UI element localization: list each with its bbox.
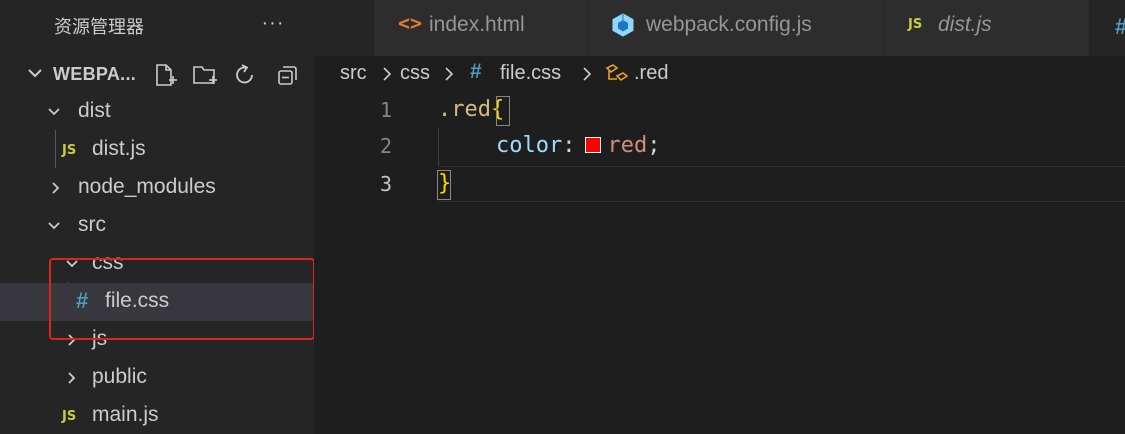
code-line-1[interactable]: .red{ bbox=[438, 97, 504, 122]
breadcrumb-src[interactable]: src bbox=[340, 62, 367, 85]
tree-label: node_modules bbox=[78, 175, 216, 198]
tree-label: dist bbox=[78, 99, 111, 122]
vscode-window: 资源管理器 ··· WEBPA... dist JS dist.js node_… bbox=[0, 0, 1125, 434]
js-icon: JS bbox=[908, 17, 923, 32]
tree-label: dist.js bbox=[92, 137, 146, 160]
tab-label: webpack.config.js bbox=[646, 13, 812, 36]
chevron-right-icon bbox=[68, 372, 76, 384]
tree-folder-node-modules[interactable]: node_modules bbox=[0, 169, 314, 207]
indent-guide bbox=[438, 128, 439, 166]
chevron-right-icon bbox=[583, 67, 592, 81]
tab-overflow-css-icon[interactable]: # bbox=[1115, 14, 1125, 40]
breadcrumb: src css # file.css .red bbox=[314, 56, 1125, 92]
semicolon: ; bbox=[647, 133, 661, 158]
tree-file-main-js[interactable]: JS main.js bbox=[0, 397, 314, 434]
tab-bar: <> index.html webpack.config.js JS dist.… bbox=[314, 0, 1125, 56]
tree-folder-src[interactable]: src bbox=[0, 207, 314, 245]
explorer-sidebar: 资源管理器 ··· WEBPA... dist JS dist.js node_… bbox=[0, 0, 314, 434]
breadcrumb-file-css[interactable]: file.css bbox=[500, 62, 561, 85]
chevron-down-icon bbox=[48, 222, 60, 230]
brace-match-box bbox=[437, 170, 451, 200]
html-icon: <> bbox=[398, 11, 423, 35]
symbol-class-icon bbox=[605, 64, 629, 82]
js-file-icon: JS bbox=[62, 409, 77, 424]
collapse-all-icon[interactable] bbox=[275, 62, 301, 88]
chevron-right-icon bbox=[52, 182, 60, 194]
tree-label: public bbox=[92, 365, 147, 388]
new-folder-icon[interactable] bbox=[192, 62, 218, 88]
tab-webpack-config[interactable]: webpack.config.js bbox=[588, 0, 884, 56]
tab-label: dist.js bbox=[938, 13, 992, 36]
brace-match-box bbox=[496, 96, 510, 126]
color-swatch[interactable] bbox=[585, 137, 602, 153]
webpack-icon bbox=[612, 13, 634, 37]
chevron-right-icon bbox=[383, 67, 392, 81]
breadcrumb-css[interactable]: css bbox=[400, 62, 430, 85]
tab-label: index.html bbox=[429, 13, 525, 36]
explorer-header: 资源管理器 ··· bbox=[0, 0, 314, 50]
tree-folder-public[interactable]: public bbox=[0, 359, 314, 397]
tab-index-html[interactable]: <> index.html bbox=[374, 0, 588, 56]
code-line-2[interactable]: color: red; bbox=[496, 133, 660, 158]
chevron-down-icon bbox=[48, 108, 60, 116]
css-value: red bbox=[607, 133, 648, 158]
more-actions-icon[interactable]: ··· bbox=[258, 8, 288, 38]
breadcrumb-red-selector[interactable]: .red bbox=[634, 62, 668, 85]
tree-file-dist-js[interactable]: JS dist.js bbox=[0, 131, 314, 169]
refresh-icon[interactable] bbox=[232, 62, 258, 88]
tree-label: src bbox=[78, 213, 106, 236]
current-line-highlight bbox=[438, 166, 1125, 202]
project-name: WEBPA... bbox=[53, 64, 137, 84]
chevron-right-icon bbox=[445, 67, 454, 81]
js-file-icon: JS bbox=[62, 143, 77, 158]
highlight-annotation-box bbox=[49, 258, 314, 340]
css-property: color bbox=[496, 133, 563, 158]
line-number: 1 bbox=[379, 98, 392, 122]
explorer-title: 资源管理器 bbox=[54, 17, 144, 37]
css-selector: .red bbox=[438, 97, 491, 122]
tree-folder-dist[interactable]: dist bbox=[0, 93, 314, 131]
code-editor[interactable]: 1 2 3 .red{ color: red; } bbox=[314, 92, 1125, 434]
css-file-icon: # bbox=[470, 60, 482, 83]
chevron-down-icon bbox=[28, 69, 42, 78]
line-number: 3 bbox=[379, 172, 392, 196]
project-header[interactable]: WEBPA... bbox=[0, 56, 314, 92]
line-number: 2 bbox=[379, 134, 392, 158]
new-file-icon[interactable] bbox=[152, 62, 178, 88]
colon: : bbox=[562, 133, 576, 158]
tree-label: main.js bbox=[92, 403, 159, 426]
tab-dist-js[interactable]: JS dist.js bbox=[884, 0, 1090, 56]
